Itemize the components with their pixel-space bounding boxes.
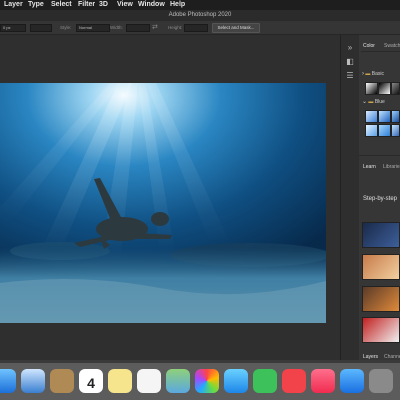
tab-layers[interactable]: Layers: [363, 353, 378, 361]
app-store-icon[interactable]: [340, 369, 364, 393]
menu-filter[interactable]: Filter: [78, 0, 95, 10]
gradient-swatch[interactable]: [391, 124, 400, 137]
reminders-icon[interactable]: [137, 369, 161, 393]
anti-alias-checkbox[interactable]: [30, 24, 52, 32]
menu-window[interactable]: Window: [138, 0, 165, 10]
calendar-day: 4: [87, 375, 95, 391]
style-label: Style:: [60, 25, 72, 30]
canvas-image[interactable]: [0, 83, 326, 323]
underwater-turtle-photo: [0, 83, 326, 323]
size-field[interactable]: 0 px: [0, 24, 26, 32]
dock: 4: [0, 363, 400, 400]
height-label: Height:: [168, 25, 183, 30]
swatch-group-basic[interactable]: › ▬ Basic: [362, 69, 400, 80]
menu-bar: Layer Type Select Filter 3D View Window …: [0, 0, 400, 10]
menu-type[interactable]: Type: [28, 0, 44, 10]
swatch-group-blue[interactable]: ⌄ ▬ Blue: [362, 97, 400, 108]
photos-icon[interactable]: [195, 369, 219, 393]
news-icon[interactable]: [282, 369, 306, 393]
tab-libraries[interactable]: Libraries: [383, 163, 400, 171]
gradient-swatch[interactable]: [378, 110, 391, 123]
gradient-swatch[interactable]: [365, 82, 378, 95]
panel-divider: [359, 155, 400, 156]
collapse-icon[interactable]: »: [345, 43, 355, 53]
gradient-swatch[interactable]: [365, 124, 378, 137]
finder-icon[interactable]: [0, 369, 16, 393]
gradient-swatch[interactable]: [378, 82, 391, 95]
options-bar: 0 px Style: Normal Width: ⇄ Height: Sele…: [0, 21, 400, 35]
gradient-swatch[interactable]: [391, 82, 400, 95]
menu-help[interactable]: Help: [170, 0, 185, 10]
menu-3d[interactable]: 3D: [99, 0, 108, 10]
system-preferences-icon[interactable]: [369, 369, 393, 393]
music-icon[interactable]: [311, 369, 335, 393]
notes-icon[interactable]: [50, 369, 74, 393]
history-icon[interactable]: ◧: [345, 57, 355, 67]
menu-layer[interactable]: Layer: [4, 0, 23, 10]
folder-icon: ▬: [368, 99, 374, 105]
preview-icon[interactable]: [21, 369, 45, 393]
window-title-bar: Adobe Photoshop 2020: [0, 10, 400, 21]
gradient-swatch[interactable]: [391, 110, 400, 123]
tutorial-thumbnail[interactable]: [362, 286, 400, 312]
chevron-right-icon: ›: [362, 71, 364, 77]
select-and-mask-button[interactable]: Select and Mask...: [212, 23, 260, 33]
menu-select[interactable]: Select: [51, 0, 72, 10]
facetime-icon[interactable]: [253, 369, 277, 393]
menu-view[interactable]: View: [117, 0, 133, 10]
tab-swatches[interactable]: Swatches: [384, 42, 400, 50]
tab-learn[interactable]: Learn: [363, 163, 376, 171]
tutorial-thumbnail[interactable]: [362, 317, 400, 343]
folder-icon: ▬: [365, 71, 371, 77]
window-title: Adobe Photoshop 2020: [168, 12, 232, 18]
height-field[interactable]: [184, 24, 208, 32]
tab-color[interactable]: Color: [363, 42, 375, 50]
maps-icon[interactable]: [166, 369, 190, 393]
chevron-down-icon: ⌄: [362, 99, 368, 105]
swatch-group-label: Blue: [374, 99, 385, 105]
stickies-icon[interactable]: [108, 369, 132, 393]
messages-icon[interactable]: [224, 369, 248, 393]
gradient-swatch[interactable]: [378, 124, 391, 137]
panel-icon-strip: » ◧ ☰: [340, 35, 360, 360]
gradient-swatch[interactable]: [365, 110, 378, 123]
tutorial-thumbnail[interactable]: [362, 254, 400, 280]
width-field[interactable]: [126, 24, 150, 32]
tutorial-thumbnail[interactable]: [362, 222, 400, 248]
tab-channels[interactable]: Channels: [384, 353, 400, 361]
learn-heading: Step-by-step: [363, 196, 398, 202]
swatch-group-label: Basic: [371, 71, 385, 77]
calendar-icon[interactable]: 4: [79, 369, 103, 393]
properties-icon[interactable]: ☰: [345, 71, 355, 81]
style-select[interactable]: Normal: [76, 24, 110, 32]
panel-divider: [361, 51, 400, 52]
width-label: Width:: [110, 25, 123, 30]
swap-icon[interactable]: ⇄: [152, 23, 158, 31]
